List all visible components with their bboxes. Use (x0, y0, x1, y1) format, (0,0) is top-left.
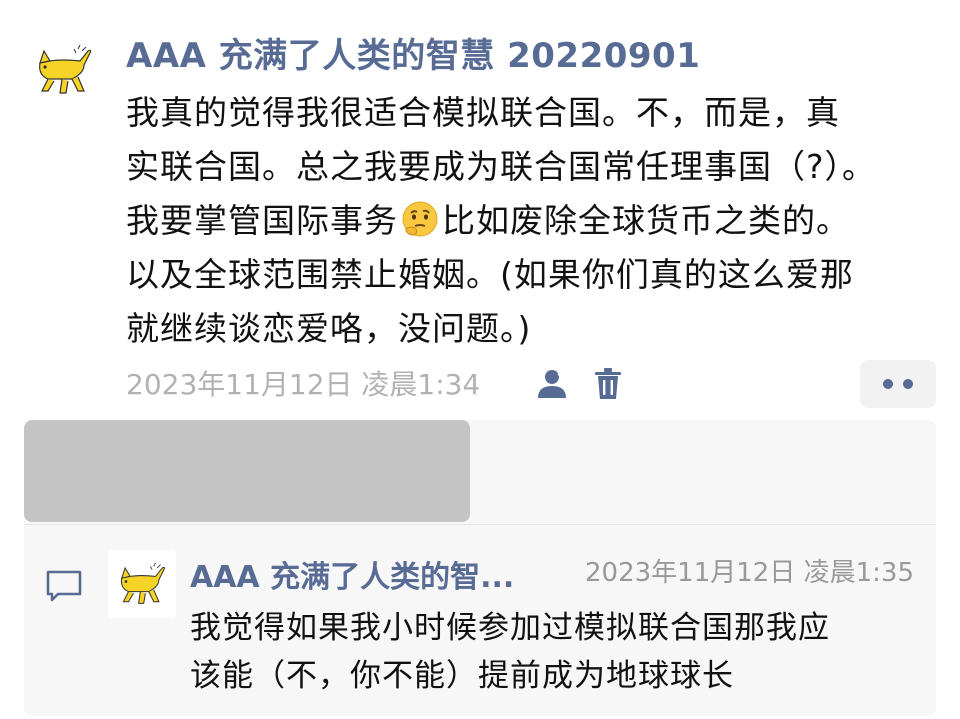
delete-button[interactable] (588, 364, 628, 404)
post-author-name[interactable]: AAA 充满了人类的智慧 20220901 (126, 28, 700, 77)
post-text-line: 实联合国。总之我要成为联合国常任理事国（?）。 (126, 147, 877, 186)
yellow-cat-icon (120, 562, 165, 604)
author-avatar[interactable] (24, 30, 104, 110)
comment-author-avatar[interactable] (108, 550, 176, 618)
post-text-line: 我真的觉得我很适合模拟联合国。不，而是，真 (126, 93, 840, 132)
thinking-face-emoji (402, 201, 438, 237)
post-timestamp: 2023年11月12日 凌晨1:34 (126, 368, 481, 401)
more-dots-icon (883, 379, 893, 389)
divider (24, 524, 936, 525)
post-text-segment: 比如废除全球货币之类的。 (442, 201, 850, 240)
more-button[interactable] (860, 360, 936, 408)
visibility-button[interactable] (532, 364, 572, 404)
post-text-line: 就继续谈恋爱咯，没问题。) (126, 309, 532, 348)
comment-author-name[interactable]: AAA 充满了人类的智... (190, 552, 550, 596)
comment-content[interactable]: 我觉得如果我小时候参加过模拟联合国那我应 该能（不，你不能）提前成为地球球长 (190, 604, 910, 700)
redacted-block (24, 420, 470, 522)
post-text-line: 我要掌管国际事务 比如废除全球货币之类的。 (126, 194, 946, 248)
more-dots-icon (903, 379, 913, 389)
post-text-segment: 我要掌管国际事务 (126, 201, 398, 240)
yellow-cat-icon (39, 44, 92, 94)
comment-text-line: 该能（不，你不能）提前成为地球球长 (190, 658, 734, 694)
post-text-line: 以及全球范围禁止婚姻。(如果你们真的这么爱那 (126, 255, 854, 294)
trash-icon (595, 368, 621, 399)
comment-text-line: 我觉得如果我小时候参加过模拟联合国那我应 (190, 610, 830, 646)
post-content: 我真的觉得我很适合模拟联合国。不，而是，真 实联合国。总之我要成为联合国常任理事… (126, 86, 946, 356)
comments-section: AAA 充满了人类的智... 2023年11月12日 凌晨1:35 我觉得如果我… (24, 420, 936, 716)
comment-timestamp: 2023年11月12日 凌晨1:35 (585, 558, 914, 588)
post-meta: 2023年11月12日 凌晨1:34 (126, 360, 480, 406)
person-icon (538, 370, 566, 398)
comment-icon (44, 566, 84, 606)
